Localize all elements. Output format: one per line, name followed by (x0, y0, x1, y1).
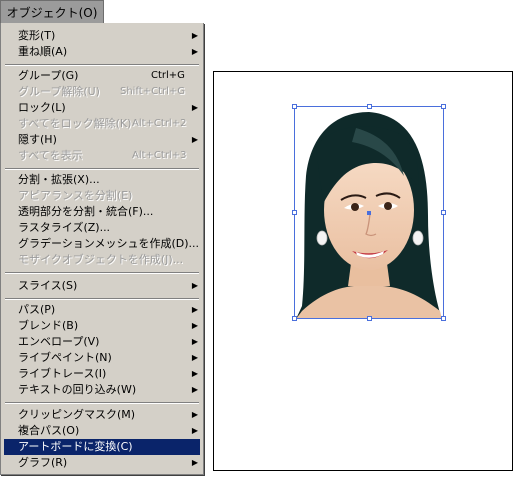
menu-item-label: グループ(G) (18, 69, 79, 82)
menu-item-create-object-mosaic: モザイクオブジェクトを作成(J)... (4, 252, 200, 268)
resize-handle-middle-right[interactable] (441, 210, 446, 215)
menu-separator (5, 64, 199, 66)
menu-item-label: ブレンド(B) (18, 319, 79, 332)
menu-item-unlock-all: すべてをロック解除(K) Alt+Ctrl+2 (4, 116, 200, 132)
menu-item-label: 透明部分を分割・統合(F)... (18, 205, 154, 218)
menu-separator (5, 272, 199, 274)
submenu-arrow-icon: ▶ (191, 305, 198, 314)
menu-item-label: ロック(L) (18, 101, 66, 114)
resize-handle-bottom-right[interactable] (441, 316, 446, 321)
object-dropdown-menu: 変形(T) ▶ 重ね順(A) ▶ グループ(G) Ctrl+G グループ解除(U) Sh… (0, 23, 204, 475)
menu-item-hide[interactable]: 隠す(H) ▶ (4, 132, 200, 148)
menu-item-label: クリッピングマスク(M) (18, 408, 136, 421)
menu-item-compound-path[interactable]: 複合パス(O) ▶ (4, 423, 200, 439)
resize-handle-top-left[interactable] (292, 104, 297, 109)
menu-item-transform[interactable]: 変形(T) ▶ (4, 28, 200, 44)
submenu-arrow-icon: ▶ (191, 353, 198, 362)
submenu-arrow-icon: ▶ (191, 103, 198, 112)
resize-handle-bottom-left[interactable] (292, 316, 297, 321)
submenu-arrow-icon: ▶ (191, 135, 198, 144)
menu-item-label: アートボードに変換(C) (18, 440, 133, 453)
menu-item-label: 複合パス(O) (18, 424, 80, 437)
menu-separator (5, 168, 199, 170)
menu-separator (5, 298, 199, 300)
menu-item-label: 隠す(H) (18, 133, 57, 146)
submenu-arrow-icon: ▶ (191, 321, 198, 330)
menu-item-label: 分割・拡張(X)... (18, 173, 100, 186)
menu-item-convert-to-artboard[interactable]: アートボードに変換(C) (4, 439, 200, 455)
menu-item-group[interactable]: グループ(G) Ctrl+G (4, 68, 200, 84)
submenu-arrow-icon: ▶ (191, 458, 198, 467)
menu-item-live-paint[interactable]: ライブペイント(N) ▶ (4, 350, 200, 366)
menu-item-label: モザイクオブジェクトを作成(J)... (18, 253, 184, 266)
menu-item-label: ライブペイント(N) (18, 351, 112, 364)
resize-handle-top-right[interactable] (441, 104, 446, 109)
menu-item-text-wrap[interactable]: テキストの回り込み(W) ▶ (4, 382, 200, 398)
menu-item-graph[interactable]: グラフ(R) ▶ (4, 455, 200, 471)
menu-item-label: 変形(T) (18, 29, 56, 42)
menu-item-show-all: すべてを表示 Alt+Ctrl+3 (4, 148, 200, 164)
submenu-arrow-icon: ▶ (191, 426, 198, 435)
resize-handle-bottom-center[interactable] (367, 316, 372, 321)
menu-item-label: グラデーションメッシュを作成(D)... (18, 237, 199, 250)
menu-item-blend[interactable]: ブレンド(B) ▶ (4, 318, 200, 334)
menu-object[interactable]: オブジェクト(O) (0, 0, 104, 23)
submenu-arrow-icon: ▶ (191, 410, 198, 419)
menu-item-arrange[interactable]: 重ね順(A) ▶ (4, 44, 200, 60)
menu-item-shortcut: Ctrl+G (151, 70, 185, 81)
menu-item-label: アピアランスを分割(E) (18, 189, 133, 202)
submenu-arrow-icon: ▶ (191, 369, 198, 378)
menu-item-live-trace[interactable]: ライブトレース(I) ▶ (4, 366, 200, 382)
menu-item-label: エンベロープ(V) (18, 335, 100, 348)
menu-item-label: テキストの回り込み(W) (18, 383, 137, 396)
menu-item-slice[interactable]: スライス(S) ▶ (4, 278, 200, 294)
menu-item-path[interactable]: パス(P) ▶ (4, 302, 200, 318)
menu-item-label: すべてをロック解除(K) (18, 117, 132, 130)
menu-item-shortcut: Alt+Ctrl+3 (132, 150, 187, 161)
menu-item-clipping-mask[interactable]: クリッピングマスク(M) ▶ (4, 407, 200, 423)
menu-item-lock[interactable]: ロック(L) ▶ (4, 100, 200, 116)
submenu-arrow-icon: ▶ (191, 281, 198, 290)
menu-item-label: 重ね順(A) (18, 45, 68, 58)
submenu-arrow-icon: ▶ (191, 31, 198, 40)
menu-item-expand[interactable]: 分割・拡張(X)... (4, 172, 200, 188)
menu-item-create-gradient-mesh[interactable]: グラデーションメッシュを作成(D)... (4, 236, 200, 252)
menu-item-expand-appearance: アピアランスを分割(E) (4, 188, 200, 204)
menu-item-label: スライス(S) (18, 279, 78, 292)
menu-item-label: グラフ(R) (18, 456, 68, 469)
menu-item-ungroup: グループ解除(U) Shift+Ctrl+G (4, 84, 200, 100)
menu-item-flatten-transparency[interactable]: 透明部分を分割・統合(F)... (4, 204, 200, 220)
menu-item-label: すべてを表示 (18, 149, 83, 162)
resize-handle-middle-left[interactable] (292, 210, 297, 215)
menu-item-label: グループ解除(U) (18, 85, 100, 98)
menu-item-label: ライブトレース(I) (18, 367, 107, 380)
menu-item-envelope[interactable]: エンベロープ(V) ▶ (4, 334, 200, 350)
menu-separator (5, 402, 199, 404)
menu-item-shortcut: Shift+Ctrl+G (120, 86, 186, 97)
submenu-arrow-icon: ▶ (191, 385, 198, 394)
center-point-icon (367, 211, 371, 215)
menu-item-shortcut: Alt+Ctrl+2 (132, 118, 187, 129)
menu-item-label: パス(P) (18, 303, 56, 316)
submenu-arrow-icon: ▶ (191, 47, 198, 56)
submenu-arrow-icon: ▶ (191, 337, 198, 346)
menu-item-rasterize[interactable]: ラスタライズ(Z)... (4, 220, 200, 236)
menu-item-label: ラスタライズ(Z)... (18, 221, 111, 234)
resize-handle-top-center[interactable] (367, 104, 372, 109)
